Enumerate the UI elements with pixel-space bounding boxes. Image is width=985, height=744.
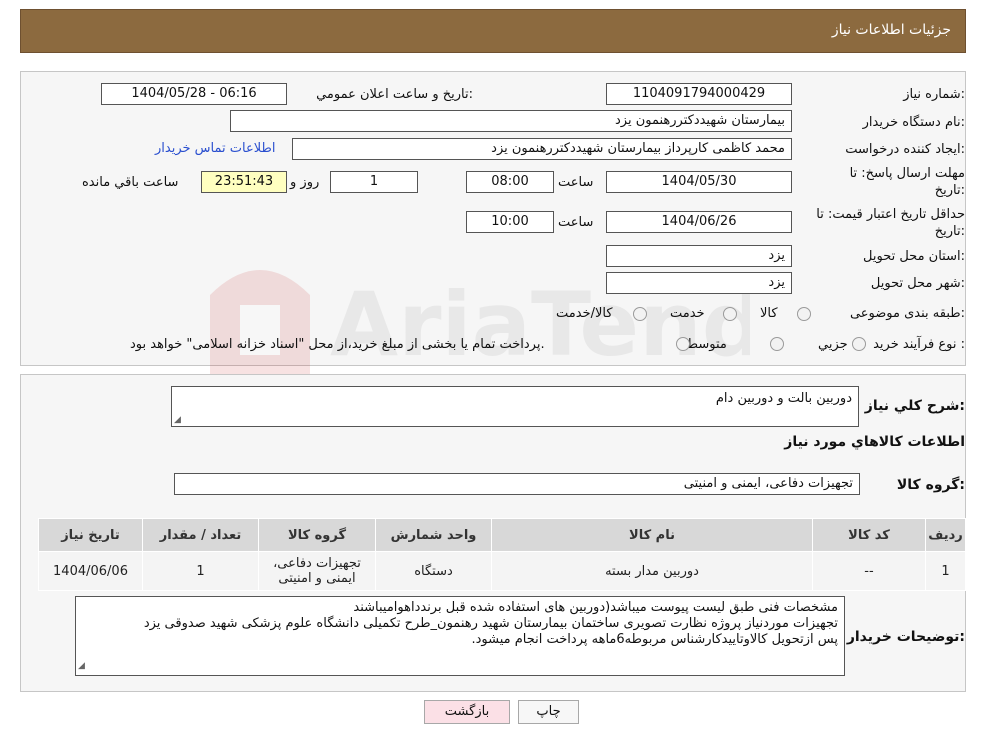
need-number-label: شماره نیاز: <box>903 87 965 102</box>
buyer-notes-label: توضيحات خريدار: <box>846 629 965 645</box>
summary-textarea[interactable]: دوربین بالت و دوربین دام ◢ <box>171 386 859 427</box>
buyer-note-line-1: مشخصات فنی طبق لیست پیوست میباشد(دوربین … <box>353 600 838 615</box>
city-label: شهر محل تحويل: <box>870 276 965 291</box>
col-goods-code: کد کالا <box>812 518 926 552</box>
category-label: طبقه بندی موضوعی: <box>849 306 965 321</box>
buyer-notes-textarea[interactable]: مشخصات فنی طبق لیست پیوست میباشد(دوربین … <box>75 596 845 676</box>
deadline-time-label: ساعت <box>558 175 594 190</box>
table-row: 1 -- دوربین مدار بسته دستگاه تجهیزات دفا… <box>38 551 966 591</box>
table-header-row: رديف کد کالا نام کالا واحد شمارش گروه کا… <box>38 518 966 552</box>
deadline-time-field: 08:00 <box>466 171 554 193</box>
process-radio-minor[interactable] <box>852 337 866 351</box>
cell-goods-group: تجهیزات دفاعی، ایمنی و امنیتی <box>258 551 376 591</box>
remaining-time-field: 23:51:43 <box>201 171 287 193</box>
deadline-label: مهلت ارسال پاسخ: تا <box>849 166 965 181</box>
summary-text: دوربین بالت و دوربین دام <box>715 391 852 406</box>
category-radio-goods[interactable] <box>797 307 811 321</box>
requester-label: ايجاد کننده درخواست: <box>845 142 965 157</box>
validity-label-date: تاريخ: <box>934 224 965 239</box>
items-table-wrapper: رديف کد کالا نام کالا واحد شمارش گروه کا… <box>38 518 966 591</box>
cell-goods-name: دوربین مدار بسته <box>491 551 813 591</box>
page-title: جزئیات اطلاعات نیاز <box>831 22 951 38</box>
col-unit: واحد شمارش <box>375 518 492 552</box>
items-section-title: اطلاعات کالاهاي مورد نياز <box>784 434 965 450</box>
days-label: روز و <box>290 175 320 190</box>
province-label: استان محل تحويل: <box>863 249 965 264</box>
col-need-date: تاريخ نياز <box>38 518 143 552</box>
goods-group-field: تجهیزات دفاعی، ایمنی و امنیتی <box>174 473 860 495</box>
col-goods-name: نام کالا <box>491 518 813 552</box>
cell-unit: دستگاه <box>375 551 492 591</box>
back-button[interactable]: بازگشت <box>424 700 510 724</box>
need-number-field: 1104091794000429 <box>606 83 792 105</box>
buyer-contact-link[interactable]: اطلاعات تماس خريدار <box>155 141 275 156</box>
deadline-label-date: تاريخ: <box>934 183 965 198</box>
buyer-org-field: بيمارستان شهيددکتررهنمون يزد <box>230 110 792 132</box>
page-header: جزئیات اطلاعات نیاز <box>20 9 966 53</box>
days-remaining-field: 1 <box>330 171 418 193</box>
city-field: يزد <box>606 272 792 294</box>
print-button[interactable]: چاپ <box>518 700 579 724</box>
goods-group-label: گروه کالا: <box>896 477 965 493</box>
category-radio-service[interactable] <box>723 307 737 321</box>
requester-field: محمد کاظمی کارپرداز بيمارستان شهيددکترره… <box>292 138 792 160</box>
col-quantity: تعداد / مقدار <box>142 518 259 552</box>
category-option-service: خدمت <box>670 306 705 321</box>
process-radio-medium[interactable] <box>770 337 784 351</box>
process-option-minor: جزيي <box>818 337 848 352</box>
announce-label: تاريخ و ساعت اعلان عمومي: <box>316 87 473 102</box>
process-radio-treasury[interactable] <box>676 337 690 351</box>
validity-date-field: 1404/06/26 <box>606 211 792 233</box>
remaining-label: ساعت باقي مانده <box>82 175 179 190</box>
category-option-goods: کالا <box>760 306 778 321</box>
announce-datetime-field: 1404/05/28 - 06:16 <box>101 83 287 105</box>
resize-grip-icon: ◢ <box>78 661 85 671</box>
category-radio-goods-service[interactable] <box>633 307 647 321</box>
buyer-note-line-3: پس ازتحویل کالاوتاییدکارشناس مربوطه6ماهه… <box>471 632 838 647</box>
buyer-org-label: نام دستگاه خريدار: <box>862 115 965 130</box>
cell-row-number: 1 <box>925 551 966 591</box>
col-row-number: رديف <box>925 518 966 552</box>
validity-time-field: 10:00 <box>466 211 554 233</box>
buyer-note-line-2: تجهیزات موردنیاز پروژه نظارت تصویری ساخت… <box>143 616 838 631</box>
cell-need-date: 1404/06/06 <box>38 551 143 591</box>
category-option-goods-service: کالا/خدمت <box>556 306 613 321</box>
process-label: نوع فرآيند خريد : <box>873 337 965 352</box>
cell-goods-code: -- <box>812 551 926 591</box>
summary-label: شرح کلي نياز: <box>864 398 965 414</box>
col-goods-group: گروه کالا <box>258 518 376 552</box>
deadline-date-field: 1404/05/30 <box>606 171 792 193</box>
treasury-payment-note: پرداخت تمام يا بخشی از مبلغ خريد،از محل … <box>130 337 545 352</box>
cell-quantity: 1 <box>142 551 259 591</box>
resize-grip-icon: ◢ <box>174 415 181 425</box>
validity-time-label: ساعت <box>558 215 594 230</box>
process-option-medium: متوسط <box>686 337 727 352</box>
validity-label: حداقل تاريخ اعتبار قيمت: تا <box>816 207 965 222</box>
province-field: يزد <box>606 245 792 267</box>
items-table: رديف کد کالا نام کالا واحد شمارش گروه کا… <box>38 518 966 591</box>
